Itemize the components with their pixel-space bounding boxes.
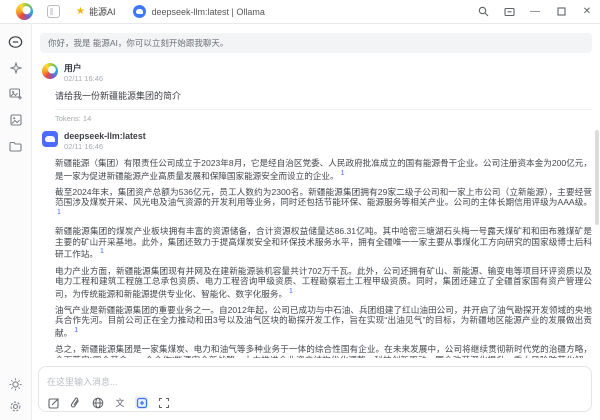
assistant-timestamp: 02/11 16:46: [64, 142, 146, 151]
user-token-count: Tokens: 14: [55, 114, 592, 123]
search-icon[interactable]: [470, 0, 496, 23]
citation-marker[interactable]: 1: [289, 288, 293, 295]
model-provider-icon: [133, 5, 146, 18]
composer: 文: [38, 366, 592, 412]
window-title: deepseek-llm:latest | Ollama: [151, 7, 264, 17]
minimize-button[interactable]: —: [522, 0, 548, 23]
citation-marker[interactable]: 1: [74, 327, 78, 334]
web-search-active-icon[interactable]: [135, 396, 148, 409]
folder-icon[interactable]: [8, 138, 24, 154]
chat-area: 你好，我是 能源AI，你可以立刻开始跟我聊天。 用户 02/11 16:46 请…: [32, 24, 600, 358]
tab-icon[interactable]: [47, 5, 60, 18]
user-message: 用户 02/11 16:46 请给我一份新疆能源集团的简介 Tokens: 14: [40, 63, 592, 123]
star-icon: ★: [76, 7, 85, 17]
theme-toggle-icon[interactable]: [8, 376, 24, 392]
welcome-banner: 你好，我是 能源AI，你可以立刻开始跟我聊天。: [40, 33, 592, 53]
message-paragraph: 总之，新疆能源集团是一家集煤炭、电力和油气等多种业务于一体的综合性国有企业。在未…: [55, 344, 592, 358]
maximize-button[interactable]: [548, 0, 574, 23]
attachment-icon[interactable]: [69, 396, 82, 409]
popout-icon[interactable]: [496, 0, 522, 23]
gallery-icon[interactable]: [8, 112, 24, 128]
assistant-paragraphs: 新疆能源（集团）有限责任公司成立于2023年8月，它是经自治区党委、人民政府批准…: [55, 158, 592, 358]
globe-icon[interactable]: [91, 396, 104, 409]
user-timestamp: 02/11 16:46: [64, 74, 103, 83]
message-paragraph: 油气产业是新疆能源集团的重要业务之一。自2012年起，公司已成功与中石油、兵团组…: [55, 305, 592, 338]
assistant-message: deepseek-llm:latest 02/11 16:46 新疆能源（集团）…: [40, 131, 592, 358]
chat-bubble-icon[interactable]: [8, 34, 24, 50]
message-input[interactable]: [47, 377, 583, 387]
image-add-icon[interactable]: [8, 86, 24, 102]
app-tab[interactable]: ★ 能源AI: [76, 5, 115, 18]
window-controls: — ✕: [470, 0, 600, 23]
user-name: 用户: [64, 63, 103, 73]
expand-icon[interactable]: [157, 396, 170, 409]
divider: [55, 109, 592, 110]
citation-marker[interactable]: 1: [100, 248, 104, 255]
translate-icon[interactable]: 文: [113, 396, 126, 409]
composer-toolbar: 文: [47, 396, 583, 409]
settings-gear-icon[interactable]: [8, 398, 24, 414]
titlebar: ★ 能源AI deepseek-llm:latest | Ollama — ✕: [0, 0, 600, 24]
sparkle-icon[interactable]: [8, 60, 24, 76]
compose-icon[interactable]: [47, 396, 60, 409]
sidebar: [0, 24, 32, 420]
app-window: ★ 能源AI deepseek-llm:latest | Ollama — ✕: [0, 0, 600, 420]
assistant-model-name: deepseek-llm:latest: [64, 131, 146, 141]
app-name: 能源AI: [89, 5, 116, 18]
user-avatar: [42, 63, 58, 79]
svg-text:文: 文: [115, 397, 124, 408]
citation-marker[interactable]: 1: [341, 170, 345, 177]
message-paragraph: 电力产业方面，新疆能源集团现有并网及在建新能源装机容量共计702万千瓦。此外，公…: [55, 266, 592, 299]
message-paragraph: 截至2024年末，集团资产总额为536亿元，员工人数约为2300名。新疆能源集团…: [55, 187, 592, 220]
app-logo-icon: [16, 3, 33, 20]
user-message-text: 请给我一份新疆能源集团的简介: [55, 89, 592, 102]
scrollbar-thumb[interactable]: [595, 130, 599, 225]
message-paragraph: 新疆能源（集团）有限责任公司成立于2023年8月，它是经自治区党委、人民政府批准…: [55, 158, 592, 181]
assistant-avatar: [42, 131, 58, 147]
close-button[interactable]: ✕: [574, 0, 600, 23]
citation-marker[interactable]: 1: [57, 209, 61, 216]
message-paragraph: 新疆能源集团的煤炭产业板块拥有丰富的资源储备，合计资源权益储量达86.31亿吨。…: [55, 226, 592, 259]
window-title-area: deepseek-llm:latest | Ollama: [133, 5, 470, 18]
